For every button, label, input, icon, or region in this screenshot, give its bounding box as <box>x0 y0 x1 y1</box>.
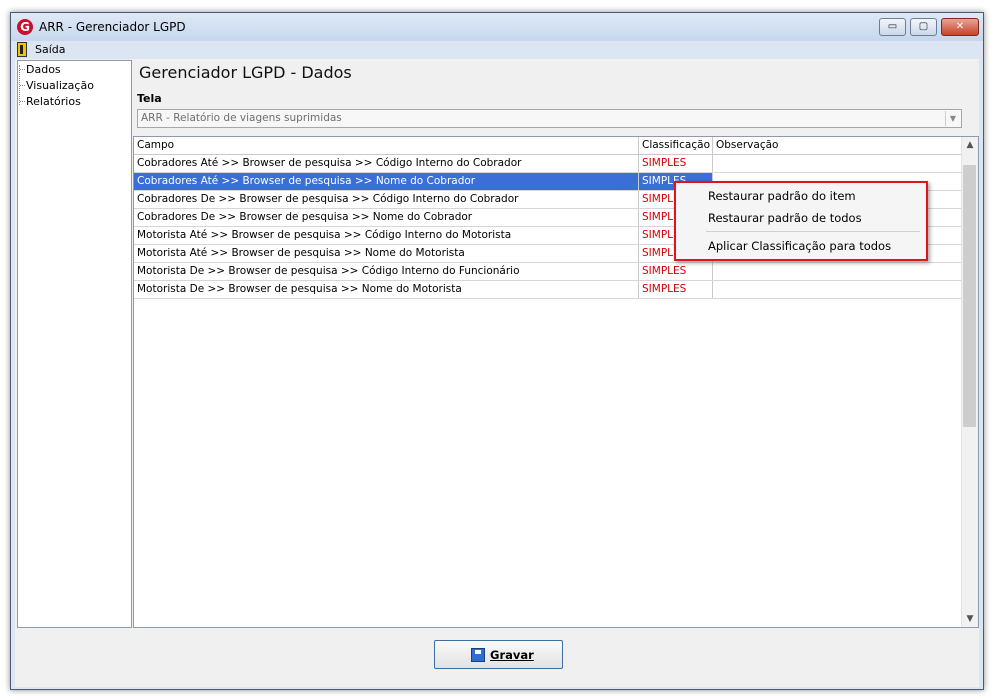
scroll-up-icon[interactable]: ▲ <box>962 137 978 153</box>
cell-classificacao[interactable]: SIMPLES <box>639 155 713 172</box>
cell-observacao[interactable] <box>713 155 962 172</box>
vertical-scrollbar[interactable]: ▲ ▼ <box>961 137 978 627</box>
sidebar-item-dados[interactable]: Dados <box>20 63 61 76</box>
minimize-button[interactable]: ▭ <box>879 18 906 36</box>
footer-bar: Gravar <box>15 629 979 687</box>
scroll-thumb[interactable] <box>963 165 976 427</box>
title-bar[interactable]: G ARR - Gerenciador LGPD ▭ ▢ ✕ <box>11 13 983 41</box>
tela-label: Tela <box>137 92 162 105</box>
app-window: G ARR - Gerenciador LGPD ▭ ▢ ✕ Saída Dad… <box>10 12 984 690</box>
cell-campo: Motorista Até >> Browser de pesquisa >> … <box>134 245 639 262</box>
column-header-observacao[interactable]: Observação <box>713 137 962 154</box>
scroll-down-icon[interactable]: ▼ <box>962 611 978 627</box>
cell-campo: Cobradores De >> Browser de pesquisa >> … <box>134 191 639 208</box>
client-area: Dados Visualização Relatórios Gerenciado… <box>15 59 979 629</box>
tela-select-value: ARR - Relatório de viagens suprimidas <box>141 112 342 124</box>
context-menu: Restaurar padrão do item Restaurar padrã… <box>674 181 928 261</box>
table-row[interactable]: Motorista De >> Browser de pesquisa >> C… <box>134 263 962 281</box>
menu-item-apply-classification-all[interactable]: Aplicar Classificação para todos <box>708 239 891 253</box>
cell-campo: Cobradores Até >> Browser de pesquisa >>… <box>134 173 639 190</box>
dropdown-arrow-icon[interactable]: ▼ <box>945 111 960 126</box>
cell-campo: Cobradores De >> Browser de pesquisa >> … <box>134 209 639 226</box>
menu-item-restore-all-defaults[interactable]: Restaurar padrão de todos <box>708 211 862 225</box>
sidebar-item-visualizacao[interactable]: Visualização <box>20 79 94 92</box>
tela-select[interactable]: ARR - Relatório de viagens suprimidas ▼ <box>137 109 962 128</box>
column-header-campo[interactable]: Campo <box>134 137 639 154</box>
cell-observacao[interactable] <box>713 281 962 298</box>
menu-item-restore-item-default[interactable]: Restaurar padrão do item <box>708 189 856 203</box>
door-exit-icon[interactable] <box>17 42 27 57</box>
floppy-disk-icon <box>471 648 485 662</box>
window-title: ARR - Gerenciador LGPD <box>39 20 186 34</box>
table-row[interactable]: Motorista De >> Browser de pesquisa >> N… <box>134 281 962 299</box>
cell-classificacao[interactable]: SIMPLES <box>639 263 713 280</box>
sidebar-item-relatorios[interactable]: Relatórios <box>20 95 81 108</box>
cell-classificacao[interactable]: SIMPLES <box>639 281 713 298</box>
close-button[interactable]: ✕ <box>941 18 979 36</box>
save-button-label: Gravar <box>490 648 534 662</box>
app-logo-icon: G <box>17 19 33 35</box>
cell-campo: Motorista De >> Browser de pesquisa >> N… <box>134 281 639 298</box>
page-title: Gerenciador LGPD - Dados <box>139 63 352 82</box>
grid-header: Campo Classificação Observação <box>134 137 962 155</box>
maximize-button[interactable]: ▢ <box>910 18 937 36</box>
cell-observacao[interactable] <box>713 263 962 280</box>
sidebar-tree: Dados Visualização Relatórios <box>17 60 132 628</box>
column-header-classificacao[interactable]: Classificação <box>639 137 713 154</box>
save-button[interactable]: Gravar <box>434 640 563 669</box>
cell-campo: Motorista De >> Browser de pesquisa >> C… <box>134 263 639 280</box>
cell-campo: Motorista Até >> Browser de pesquisa >> … <box>134 227 639 244</box>
menu-bar: Saída <box>15 41 979 59</box>
menu-item-exit[interactable]: Saída <box>35 43 66 56</box>
menu-separator <box>706 231 920 232</box>
table-row[interactable]: Cobradores Até >> Browser de pesquisa >>… <box>134 155 962 173</box>
cell-campo: Cobradores Até >> Browser de pesquisa >>… <box>134 155 639 172</box>
